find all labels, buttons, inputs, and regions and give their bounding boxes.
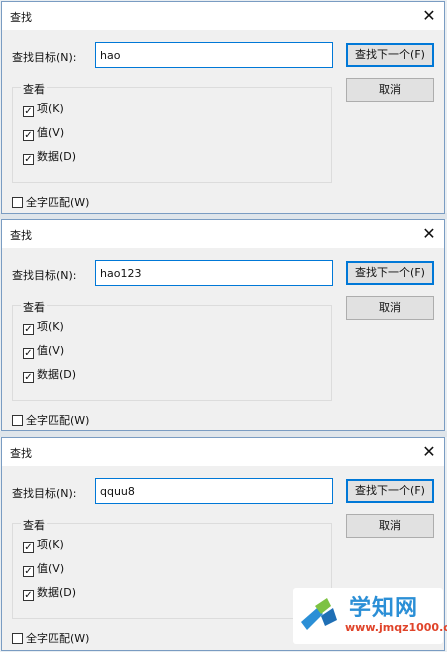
look-in-group: 查看 ✓ 项(K) ✓ 值(V) ✓ 数据(D) bbox=[12, 299, 332, 401]
search-input[interactable] bbox=[95, 478, 333, 504]
checkmark-icon[interactable]: ✓ bbox=[23, 590, 34, 601]
dialog-title: 查找 bbox=[10, 447, 32, 460]
checkbox-data[interactable]: ✓ 数据(D) bbox=[23, 368, 77, 383]
checkmark-icon[interactable]: ✓ bbox=[23, 324, 34, 335]
cancel-button[interactable]: 取消 bbox=[346, 296, 434, 320]
close-icon[interactable]: ✕ bbox=[414, 438, 444, 466]
checkbox-label: 值(V) bbox=[37, 562, 65, 575]
checkbox-label: 数据(D) bbox=[37, 586, 77, 599]
checkbox-values[interactable]: ✓ 值(V) bbox=[23, 344, 65, 359]
cancel-button[interactable]: 取消 bbox=[346, 78, 434, 102]
look-in-group: 查看 ✓ 项(K) ✓ 值(V) ✓ 数据(D) bbox=[12, 81, 332, 183]
checkmark-icon[interactable]: ✓ bbox=[23, 372, 34, 383]
checkbox-label: 值(V) bbox=[37, 126, 65, 139]
watermark-logo-icon bbox=[301, 598, 337, 630]
checkbox-keys[interactable]: ✓ 项(K) bbox=[23, 320, 64, 335]
site-watermark: 学知网 www.jmqz1000.com bbox=[293, 588, 447, 644]
checkmark-icon[interactable]: ✓ bbox=[23, 566, 34, 577]
title-bar: 查找 ✕ bbox=[2, 220, 444, 248]
checkbox-label: 全字匹配(W) bbox=[26, 632, 90, 645]
checkbox-match-whole[interactable]: 全字匹配(W) bbox=[12, 414, 89, 428]
watermark-title: 学知网 bbox=[349, 596, 419, 621]
find-what-label: 查找目标(N): bbox=[12, 487, 77, 500]
close-icon[interactable]: ✕ bbox=[414, 2, 444, 30]
checkbox-keys[interactable]: ✓ 项(K) bbox=[23, 102, 64, 117]
checkbox-values[interactable]: ✓ 值(V) bbox=[23, 126, 65, 141]
title-bar: 查找 ✕ bbox=[2, 438, 444, 466]
checkbox-label: 项(K) bbox=[37, 538, 64, 551]
checkbox-match-whole[interactable]: 全字匹配(W) bbox=[12, 632, 89, 646]
look-in-label: 查看 bbox=[21, 81, 47, 97]
checkbox-label: 全字匹配(W) bbox=[26, 414, 90, 427]
checkbox-empty-icon[interactable] bbox=[12, 197, 23, 208]
checkbox-label: 数据(D) bbox=[37, 368, 77, 381]
checkmark-icon[interactable]: ✓ bbox=[23, 106, 34, 117]
find-next-button[interactable]: 查找下一个(F) bbox=[346, 261, 434, 285]
close-icon[interactable]: ✕ bbox=[414, 220, 444, 248]
search-input[interactable] bbox=[95, 42, 333, 68]
watermark-url: www.jmqz1000.com bbox=[345, 621, 447, 634]
find-next-button[interactable]: 查找下一个(F) bbox=[346, 43, 434, 67]
checkbox-data[interactable]: ✓ 数据(D) bbox=[23, 150, 77, 165]
checkmark-icon[interactable]: ✓ bbox=[23, 348, 34, 359]
dialog-title: 查找 bbox=[10, 229, 32, 242]
checkbox-data[interactable]: ✓ 数据(D) bbox=[23, 586, 77, 601]
checkbox-empty-icon[interactable] bbox=[12, 415, 23, 426]
checkbox-label: 全字匹配(W) bbox=[26, 196, 90, 209]
checkbox-match-whole[interactable]: 全字匹配(W) bbox=[12, 196, 89, 210]
checkmark-icon[interactable]: ✓ bbox=[23, 130, 34, 141]
checkbox-label: 数据(D) bbox=[37, 150, 77, 163]
cancel-button[interactable]: 取消 bbox=[346, 514, 434, 538]
look-in-label: 查看 bbox=[21, 299, 47, 315]
look-in-group: 查看 ✓ 项(K) ✓ 值(V) ✓ 数据(D) bbox=[12, 517, 332, 619]
checkbox-label: 项(K) bbox=[37, 102, 64, 115]
look-in-label: 查看 bbox=[21, 517, 47, 533]
title-bar: 查找 ✕ bbox=[2, 2, 444, 30]
search-input[interactable] bbox=[95, 260, 333, 286]
find-what-label: 查找目标(N): bbox=[12, 269, 77, 282]
find-what-label: 查找目标(N): bbox=[12, 51, 77, 64]
find-dialog: 查找 ✕ 查找目标(N): 查找下一个(F) 取消 查看 ✓项(K) ✓值(V)… bbox=[1, 1, 445, 214]
dialog-title: 查找 bbox=[10, 11, 32, 24]
checkbox-label: 值(V) bbox=[37, 344, 65, 357]
checkbox-empty-icon[interactable] bbox=[12, 633, 23, 644]
checkbox-label: 项(K) bbox=[37, 320, 64, 333]
checkbox-keys[interactable]: ✓ 项(K) bbox=[23, 538, 64, 553]
checkmark-icon[interactable]: ✓ bbox=[23, 542, 34, 553]
find-dialog: 查找 ✕ 查找目标(N): 查找下一个(F) 取消 查看 ✓项(K) ✓值(V)… bbox=[1, 219, 445, 431]
checkbox-values[interactable]: ✓ 值(V) bbox=[23, 562, 65, 577]
find-next-button[interactable]: 查找下一个(F) bbox=[346, 479, 434, 503]
checkmark-icon[interactable]: ✓ bbox=[23, 154, 34, 165]
